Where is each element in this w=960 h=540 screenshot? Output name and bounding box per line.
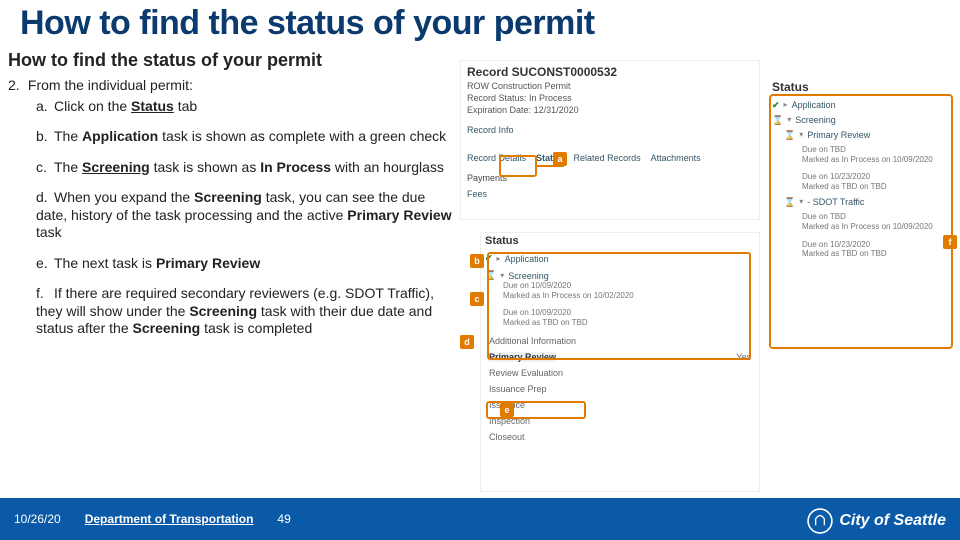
record-panel: Record SUCONST0000532 ROW Construction P… bbox=[460, 60, 760, 220]
status-header: Status bbox=[485, 235, 755, 247]
task-issuance-prep[interactable]: Issuance Prep bbox=[485, 381, 755, 397]
highlight-box-right bbox=[769, 94, 953, 349]
task-closeout[interactable]: Closeout bbox=[485, 429, 755, 445]
tab-related[interactable]: Related Records bbox=[574, 153, 641, 167]
slide-subtitle: How to find the status of your permit bbox=[8, 50, 322, 71]
step-text: From the individual permit: bbox=[28, 77, 193, 93]
callout-e: e bbox=[500, 403, 514, 417]
highlight-box-screening bbox=[487, 252, 751, 360]
footer-bar: 10/26/20 Department of Transportation 49… bbox=[0, 498, 960, 540]
record-type: ROW Construction Permit bbox=[467, 81, 753, 91]
record-title: Record SUCONST0000532 bbox=[467, 65, 753, 79]
right-status-header: Status bbox=[772, 80, 948, 94]
footer-date: 10/26/20 bbox=[14, 512, 61, 526]
record-info-link[interactable]: Record Info bbox=[467, 125, 753, 135]
task-review-eval[interactable]: Review Evaluation bbox=[485, 365, 755, 381]
footer-brand: City of Seattle bbox=[807, 508, 946, 534]
footer-dept: Department of Transportation bbox=[85, 512, 254, 526]
step-number: 2. bbox=[8, 77, 24, 95]
footer-page: 49 bbox=[277, 512, 290, 526]
slide-title: How to find the status of your permit bbox=[20, 4, 595, 43]
callout-f: f bbox=[943, 235, 957, 249]
callout-a: a bbox=[553, 152, 567, 166]
tab-attachments[interactable]: Attachments bbox=[651, 153, 701, 167]
highlight-box-status-tab bbox=[499, 155, 537, 177]
fees-link[interactable]: Fees bbox=[467, 189, 753, 199]
callout-c: c bbox=[470, 292, 484, 306]
callout-d: d bbox=[460, 335, 474, 349]
seattle-logo-icon bbox=[807, 508, 833, 534]
instructions-block: 2. From the individual permit: a.Click o… bbox=[8, 77, 453, 351]
callout-b: b bbox=[470, 254, 484, 268]
